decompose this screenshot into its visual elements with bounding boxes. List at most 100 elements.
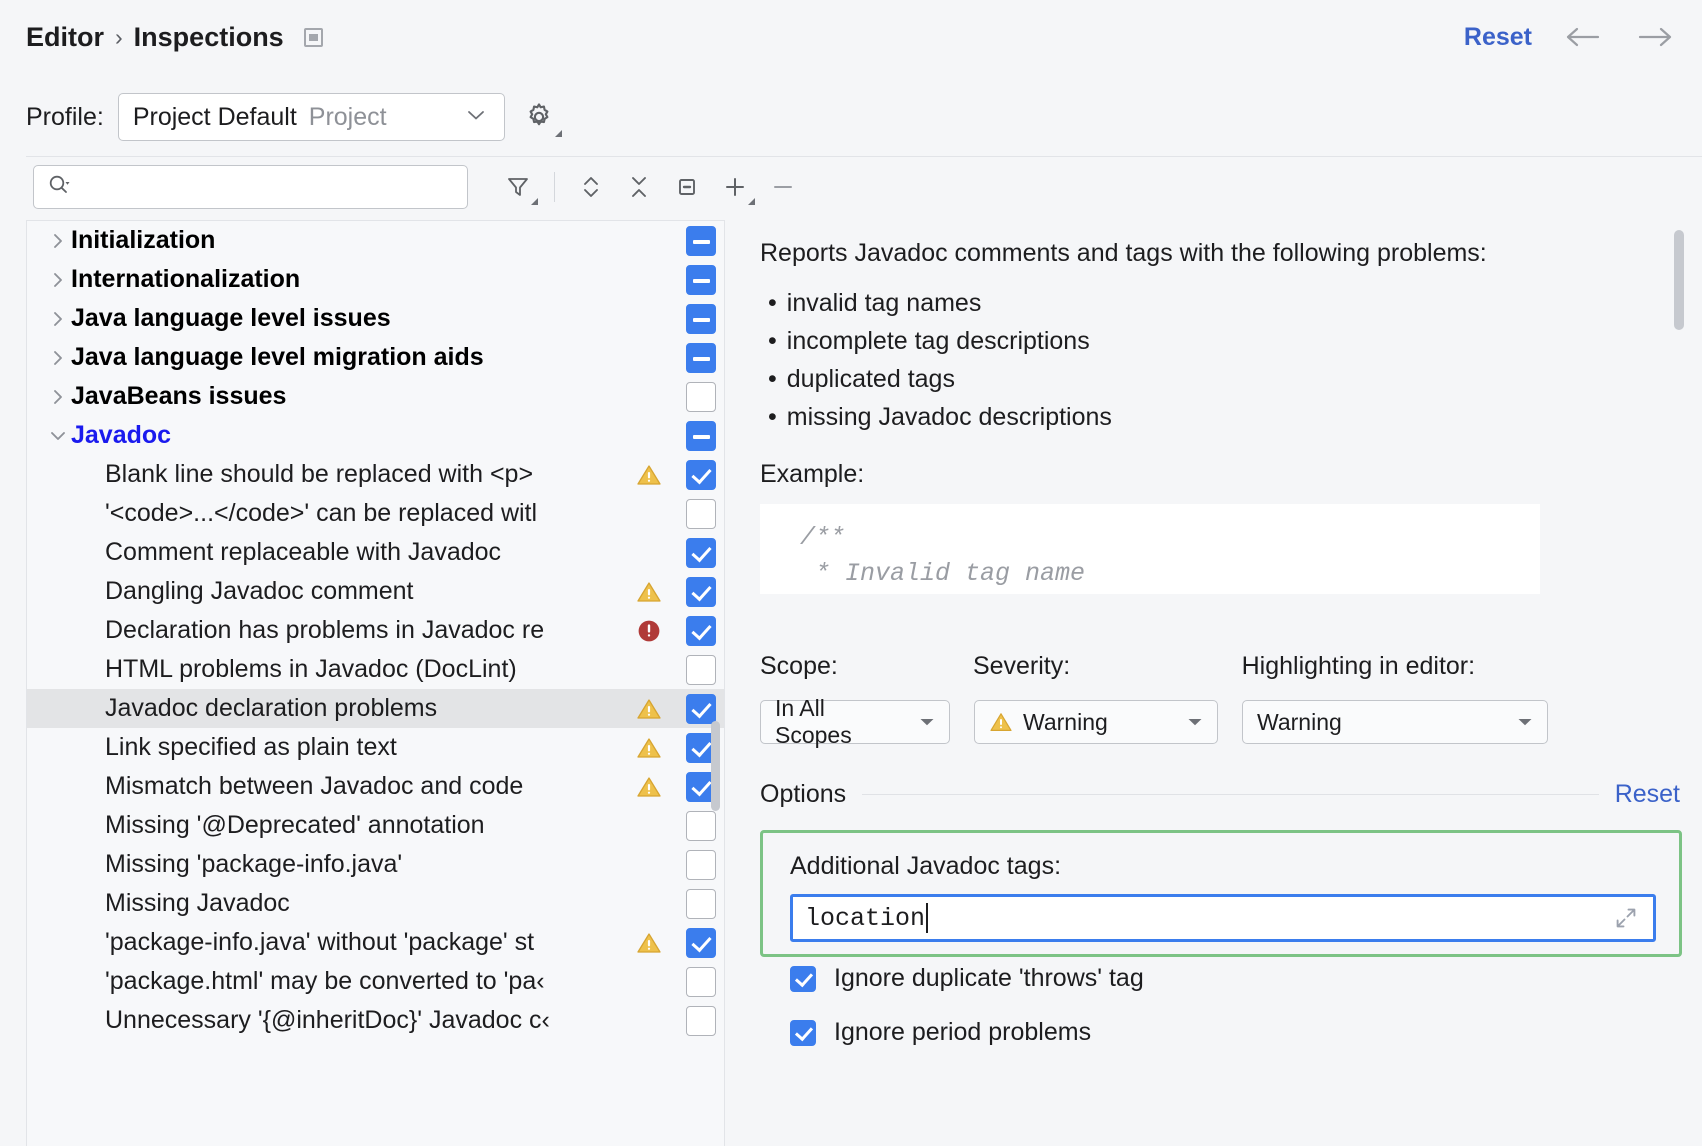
tree-item-checkbox[interactable] xyxy=(686,616,716,646)
checkbox-checked[interactable] xyxy=(686,538,716,568)
tree-item-checkbox[interactable] xyxy=(686,850,716,880)
checkbox-indeterminate[interactable] xyxy=(686,343,716,373)
tree-item-row[interactable]: Unnecessary '{@inheritDoc}' Javadoc c‹ xyxy=(27,1001,724,1040)
tree-item-checkbox[interactable] xyxy=(686,811,716,841)
additional-tags-input[interactable]: location xyxy=(790,894,1656,942)
option-checkbox-row[interactable]: Ignore duplicate 'throws' tag xyxy=(790,964,1144,993)
options-divider xyxy=(862,794,1599,795)
checkbox-checked[interactable] xyxy=(686,928,716,958)
tree-scrollbar[interactable] xyxy=(711,721,720,811)
option-label: Ignore period problems xyxy=(834,1018,1091,1047)
tree-item-checkbox[interactable] xyxy=(686,460,716,490)
tree-group-row[interactable]: JavaBeans issues xyxy=(27,377,724,416)
reset-button[interactable]: Reset xyxy=(1464,23,1532,52)
chevron-right-icon[interactable] xyxy=(45,388,71,406)
options-reset-button[interactable]: Reset xyxy=(1615,780,1680,809)
tree-group-row[interactable]: Javadoc xyxy=(27,416,724,455)
tree-item-row[interactable]: '<code>...</code>' can be replaced witl xyxy=(27,494,724,533)
tree-item-checkbox[interactable] xyxy=(686,889,716,919)
description-bullet: •incomplete tag descriptions xyxy=(768,322,1468,360)
chevron-right-icon[interactable] xyxy=(45,232,71,250)
ignore-duplicate-throws-checkbox[interactable] xyxy=(790,966,816,992)
gear-icon[interactable] xyxy=(519,97,559,137)
tree-item-row[interactable]: Link specified as plain text xyxy=(27,728,724,767)
checkbox-checked[interactable] xyxy=(686,694,716,724)
tree-item-row[interactable]: 'package.html' may be converted to 'pa‹ xyxy=(27,962,724,1001)
tree-item-checkbox[interactable] xyxy=(686,304,716,334)
search-box[interactable] xyxy=(33,165,468,209)
tree-item-checkbox[interactable] xyxy=(686,499,716,529)
tree-item-checkbox[interactable] xyxy=(686,343,716,373)
tree-item-row[interactable]: Comment replaceable with Javadoc xyxy=(27,533,724,572)
tree-item-checkbox[interactable] xyxy=(686,265,716,295)
tree-group-row[interactable]: Java language level issues xyxy=(27,299,724,338)
checkbox-unchecked[interactable] xyxy=(686,499,716,529)
search-input[interactable] xyxy=(78,173,448,201)
tree-item-checkbox[interactable] xyxy=(686,655,716,685)
gear-dropdown-corner xyxy=(555,130,562,137)
checkbox-unchecked[interactable] xyxy=(686,967,716,997)
checkbox-indeterminate[interactable] xyxy=(686,226,716,256)
tree-group-row[interactable]: Internationalization xyxy=(27,260,724,299)
severity-dropdown[interactable]: Warning xyxy=(974,700,1218,744)
detail-scrollbar[interactable] xyxy=(1674,230,1684,330)
highlighting-dropdown[interactable]: Warning xyxy=(1242,700,1548,744)
checkbox-unchecked[interactable] xyxy=(686,655,716,685)
chevron-right-icon[interactable] xyxy=(45,310,71,328)
checkbox-unchecked[interactable] xyxy=(686,811,716,841)
filter-icon[interactable] xyxy=(496,165,540,209)
tree-item-checkbox[interactable] xyxy=(686,928,716,958)
tree-item-row[interactable]: Missing 'package-info.java' xyxy=(27,845,724,884)
tree-item-checkbox[interactable] xyxy=(686,226,716,256)
minus-icon[interactable] xyxy=(761,165,805,209)
tree-item-row[interactable]: Blank line should be replaced with <p> xyxy=(27,455,724,494)
tree-item-checkbox[interactable] xyxy=(686,421,716,451)
tree-group-row[interactable]: Initialization xyxy=(27,221,724,260)
warning-triangle-icon xyxy=(636,735,662,761)
tree-item-row[interactable]: 'package-info.java' without 'package' st xyxy=(27,923,724,962)
expand-field-icon[interactable] xyxy=(1613,905,1639,931)
checkbox-unchecked[interactable] xyxy=(686,850,716,880)
tree-item-row[interactable]: Missing Javadoc xyxy=(27,884,724,923)
checkbox-checked[interactable] xyxy=(686,577,716,607)
tree-item-row[interactable]: Dangling Javadoc comment xyxy=(27,572,724,611)
breadcrumb-root[interactable]: Editor xyxy=(26,22,104,53)
tree-item-checkbox[interactable] xyxy=(686,1006,716,1036)
profile-select[interactable]: Project Default Project xyxy=(118,93,505,141)
checkbox-unchecked[interactable] xyxy=(686,1006,716,1036)
scope-label: Scope: xyxy=(760,652,973,681)
checkbox-indeterminate[interactable] xyxy=(686,265,716,295)
chevron-right-icon[interactable] xyxy=(45,349,71,367)
window-pin-icon[interactable] xyxy=(304,28,323,47)
tree-item-row[interactable]: Javadoc declaration problems xyxy=(27,689,724,728)
inspection-tree[interactable]: InitializationInternationalizationJava l… xyxy=(26,220,725,1146)
tree-item-label: Blank line should be replaced with <p> xyxy=(105,460,533,489)
chevron-down-icon[interactable] xyxy=(45,428,71,444)
tree-item-row[interactable]: Missing '@Deprecated' annotation xyxy=(27,806,724,845)
tree-item-checkbox[interactable] xyxy=(686,694,716,724)
tree-item-row[interactable]: Declaration has problems in Javadoc re xyxy=(27,611,724,650)
chevron-right-icon[interactable] xyxy=(45,271,71,289)
option-checkbox-row[interactable]: Ignore period problems xyxy=(790,1018,1091,1047)
scope-dropdown[interactable]: In All Scopes xyxy=(760,700,950,744)
checkbox-checked[interactable] xyxy=(686,616,716,646)
checkbox-indeterminate[interactable] xyxy=(686,421,716,451)
ignore-period-problems-checkbox[interactable] xyxy=(790,1020,816,1046)
tree-group-row[interactable]: Java language level migration aids xyxy=(27,338,724,377)
expand-all-icon[interactable] xyxy=(569,165,613,209)
tree-item-row[interactable]: HTML problems in Javadoc (DocLint) xyxy=(27,650,724,689)
tree-item-checkbox[interactable] xyxy=(686,967,716,997)
group-by-icon[interactable] xyxy=(665,165,709,209)
collapse-all-icon[interactable] xyxy=(617,165,661,209)
plus-icon[interactable] xyxy=(713,165,757,209)
arrow-right-icon[interactable] xyxy=(1636,22,1676,52)
arrow-left-icon[interactable] xyxy=(1564,22,1604,52)
tree-item-checkbox[interactable] xyxy=(686,538,716,568)
checkbox-unchecked[interactable] xyxy=(686,889,716,919)
checkbox-checked[interactable] xyxy=(686,460,716,490)
tree-item-checkbox[interactable] xyxy=(686,382,716,412)
checkbox-indeterminate[interactable] xyxy=(686,304,716,334)
checkbox-unchecked[interactable] xyxy=(686,382,716,412)
tree-item-checkbox[interactable] xyxy=(686,577,716,607)
tree-item-row[interactable]: Mismatch between Javadoc and code xyxy=(27,767,724,806)
